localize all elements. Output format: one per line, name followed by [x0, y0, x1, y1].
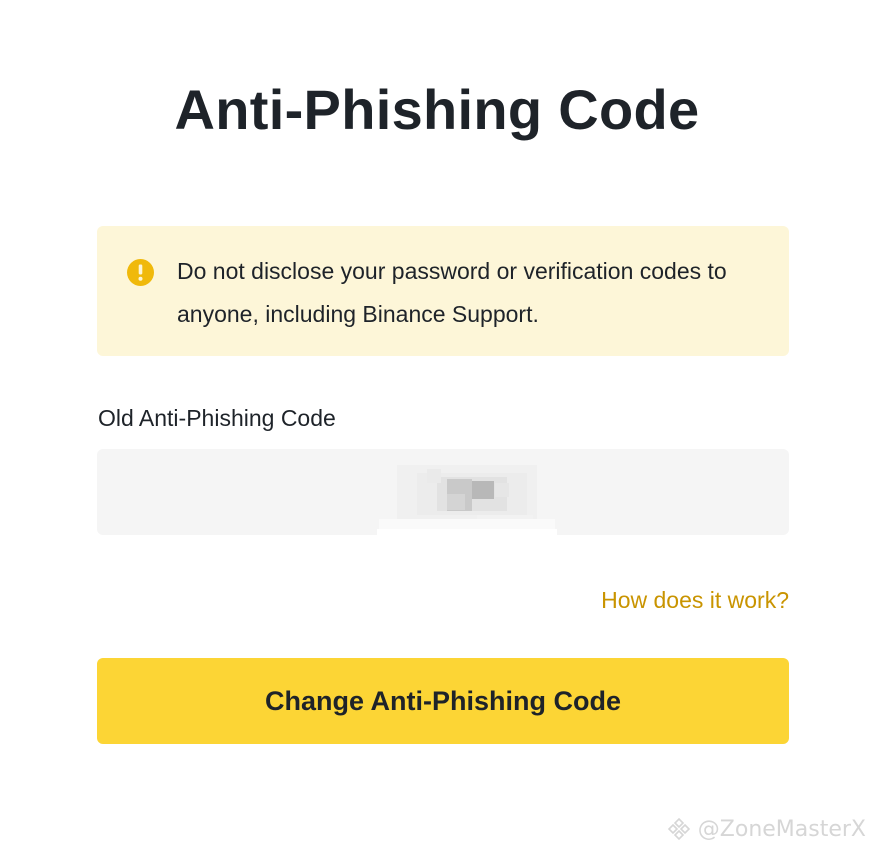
watermark-text: @ZoneMasterX — [697, 816, 866, 842]
binance-logo-icon — [666, 816, 692, 842]
anti-phishing-page: Anti-Phishing Code Do not disclose your … — [0, 0, 874, 850]
exclamation-circle-icon — [127, 259, 154, 286]
warning-banner: Do not disclose your password or verific… — [97, 226, 789, 356]
how-does-it-work-link[interactable]: How does it work? — [601, 584, 789, 616]
redacted-code-blur — [377, 449, 557, 535]
change-anti-phishing-code-button[interactable]: Change Anti-Phishing Code — [97, 658, 789, 744]
warning-text: Do not disclose your password or verific… — [177, 258, 727, 327]
page-title: Anti-Phishing Code — [174, 78, 700, 141]
old-code-label: Old Anti-Phishing Code — [98, 405, 336, 431]
watermark: @ZoneMasterX — [666, 816, 866, 842]
old-code-field[interactable] — [97, 449, 789, 535]
